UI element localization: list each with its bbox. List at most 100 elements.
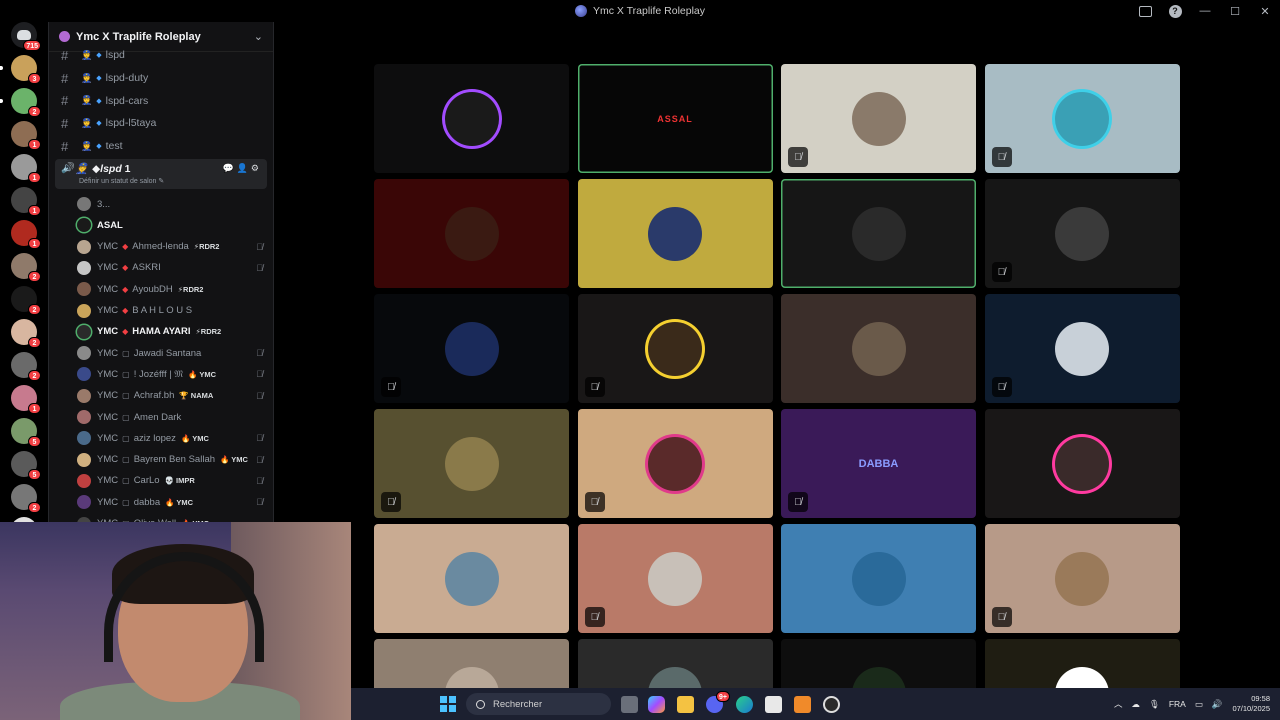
voice-member[interactable]: YMC ▢ Jawadi Santana 🎙̸ [77, 343, 273, 364]
voice-member[interactable]: YMC ▢ Amen Dark [77, 406, 273, 427]
server-icon[interactable]: 2 [11, 352, 41, 381]
voice-member[interactable]: YMC ▢ Bayrem Ben Sallah 🔥 YMC 🎙̸ [77, 449, 273, 470]
server-icon[interactable]: 1 [11, 385, 41, 414]
participant-tile[interactable]: 🎙̸ [577, 524, 773, 633]
participant-tile[interactable] [781, 179, 976, 288]
participant-avatar [444, 436, 499, 491]
participant-tile[interactable] [374, 524, 569, 633]
participant-tile[interactable] [374, 179, 569, 288]
server-icon[interactable]: 2 [11, 484, 41, 513]
voice-member[interactable]: ASAL [77, 215, 273, 236]
mention-badge: 2 [28, 337, 41, 348]
participant-avatar [1055, 436, 1109, 491]
mention-badge: 2 [28, 271, 41, 282]
server-icon[interactable]: 1 [11, 121, 41, 150]
participant-tile[interactable] [374, 64, 569, 173]
home-button[interactable]: 715 [11, 22, 41, 51]
maximize-button[interactable]: ☐ [1220, 0, 1250, 22]
channel-name: lspd-l5taya [105, 117, 157, 130]
language-indicator[interactable]: FRA [1169, 699, 1186, 709]
participant-tile[interactable]: DABBA 🎙̸ [781, 409, 976, 518]
member-name: Bayrem Ben Sallah [133, 454, 216, 466]
participant-tile[interactable]: 🎙̸ [374, 294, 569, 403]
server-icon[interactable]: 5 [11, 418, 41, 447]
participant-tile[interactable] [984, 639, 1180, 688]
inbox-button[interactable] [1130, 0, 1160, 22]
server-icon[interactable]: 3 [0, 55, 41, 84]
participant-tile[interactable]: 🎙̸ [781, 64, 976, 173]
voice-member[interactable]: YMC ▢ Achraf.bh 🏆 NAMA 🎙̸ [77, 385, 273, 406]
discord-taskbar-icon[interactable]: 9+ [706, 691, 730, 713]
channel-name: test [105, 140, 123, 153]
taskbar-search[interactable]: Rechercher [466, 693, 611, 715]
close-button[interactable]: ✕ [1250, 0, 1280, 22]
participant-tile[interactable] [984, 409, 1180, 518]
voice-member[interactable]: YMC ◆ Ahmed-lenda ⚡RDR2 🎙̸ [77, 236, 273, 257]
server-icon[interactable]: 2 [11, 253, 41, 282]
text-channel[interactable]: # 👮 ◆ test [49, 135, 273, 158]
minimize-button[interactable]: — [1190, 0, 1220, 22]
voice-member[interactable]: 3... [77, 193, 273, 214]
chevron-up-icon[interactable]: ︿ [1114, 698, 1123, 710]
voice-member[interactable]: YMC ▢ dabba 🔥 YMC 🎙̸ [77, 492, 273, 513]
home-badge: 715 [23, 40, 41, 51]
voice-actions[interactable]: 💬👤⚙ [223, 163, 262, 174]
voice-member[interactable]: YMC ◆ ASKRI 🎙̸ [77, 257, 273, 278]
participant-tile[interactable] [781, 639, 976, 688]
volume-icon[interactable]: 🔊 [1212, 699, 1223, 710]
store-icon[interactable] [765, 696, 782, 713]
participant-tile[interactable]: 🎙̸ [577, 409, 773, 518]
participant-tile[interactable]: 🎙̸ [984, 179, 1180, 288]
participant-tile[interactable]: ASSAL [577, 64, 773, 173]
app-orange-icon[interactable] [794, 696, 811, 713]
participant-tile[interactable] [374, 639, 569, 688]
voice-member[interactable]: YMC ◆ B A H L O U S [77, 300, 273, 321]
participant-tile[interactable]: 🎙̸ [984, 524, 1180, 633]
file-explorer-icon[interactable] [677, 696, 694, 713]
voice-member[interactable]: YMC▢Olive Wall🔥 YMC [77, 513, 273, 522]
voice-member[interactable]: YMC ▢ CarLo 💀 IMPR 🎙̸ [77, 470, 273, 491]
muted-mic-icon: 🎙̸ [584, 607, 605, 627]
participant-tile[interactable]: 🎙̸ [984, 294, 1180, 403]
participant-tile[interactable] [781, 294, 976, 403]
voice-member[interactable]: YMC ▢! Jozéfff | 𝔐 🔥 YMC 🎙̸ [77, 364, 273, 385]
clock[interactable]: 09:58 07/10/2025 [1232, 694, 1270, 714]
server-rail: 715 3 2 1 1 1 1 2 2 2 2 1 5 5 2 [0, 22, 48, 522]
windows-start-button[interactable] [440, 696, 456, 712]
voice-channel-lspd[interactable]: 🔊 👮 ◆ lspd 1 Définir un statut de salon … [55, 159, 267, 190]
participant-tile[interactable] [781, 524, 976, 633]
server-icon[interactable]: 5 [11, 451, 41, 480]
member-name: ASAL [97, 219, 123, 231]
task-view-icon[interactable] [621, 696, 638, 713]
server-icon[interactable]: 1 [11, 220, 41, 249]
copilot-icon[interactable] [648, 696, 665, 713]
voice-member[interactable]: YMC ◆ AyoubDH ⚡RDR2 [77, 279, 273, 300]
text-channel[interactable]: # 👮 ◆ lspd-l5taya [49, 112, 273, 135]
server-icon[interactable]: 1 [11, 154, 41, 183]
participant-tile[interactable] [577, 639, 773, 688]
chrome-icon[interactable] [823, 696, 840, 713]
text-channel[interactable]: # 👮 ◆ lspd [49, 44, 273, 67]
microphone-icon[interactable]: 🎙 [1149, 699, 1160, 710]
server-icon[interactable]: 1 [11, 187, 41, 216]
server-icon[interactable]: 2 [11, 286, 41, 315]
network-icon[interactable]: ▭ [1195, 699, 1203, 710]
text-channel[interactable]: # 👮 ◆ lspd-duty [49, 67, 273, 90]
voice-status-placeholder[interactable]: Définir un statut de salon ✎ [79, 177, 263, 185]
server-icon[interactable]: 2 [0, 88, 41, 117]
diamond-icon: ◆ [92, 162, 101, 175]
voice-member[interactable]: YMC ◆ HAMA AYARI ⚡RDR2 [77, 321, 273, 342]
title-bar: Ymc X Traplife Roleplay ? — ☐ ✕ [0, 0, 1280, 22]
participant-tile[interactable]: 🎙̸ [984, 64, 1180, 173]
help-button[interactable]: ? [1160, 0, 1190, 22]
cloud-icon[interactable]: ☁ [1132, 699, 1141, 710]
voice-member[interactable]: YMC ▢ aziz lopez 🔥 YMC 🎙̸ [77, 428, 273, 449]
participant-tile[interactable] [577, 179, 773, 288]
participant-tile[interactable]: 🎙̸ [374, 409, 569, 518]
participant-avatar [851, 206, 906, 261]
text-channel[interactable]: # 👮 ◆ lspd-cars [49, 89, 273, 112]
participant-tile[interactable]: 🎙̸ [577, 294, 773, 403]
edge-icon[interactable] [736, 696, 753, 713]
inbox-icon [1138, 5, 1152, 17]
server-icon[interactable]: 2 [11, 319, 41, 348]
